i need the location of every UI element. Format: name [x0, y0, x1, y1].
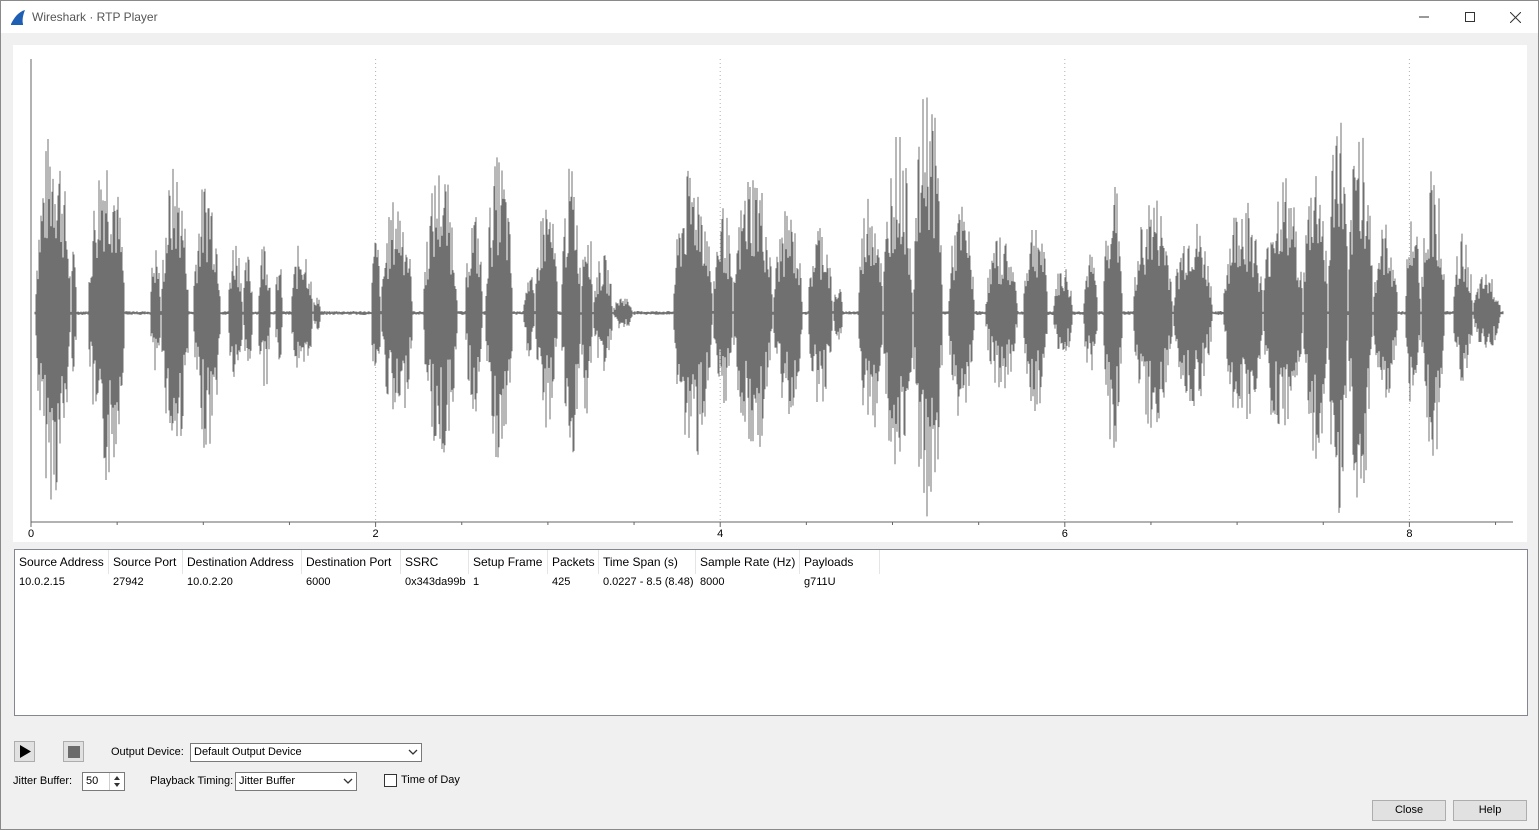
close-icon	[1509, 11, 1521, 23]
close-button[interactable]: Close	[1372, 800, 1446, 821]
playback-timing-select[interactable]: Jitter Buffer	[235, 772, 357, 791]
stop-icon	[67, 745, 80, 758]
column-header[interactable]: Destination Address	[183, 550, 302, 574]
table-cell: 0.0227 - 8.5 (8.48)	[603, 576, 694, 588]
table-cell: 1	[473, 576, 480, 588]
waveform-canvas[interactable]: 0 2 4 6 8	[13, 45, 1527, 542]
time-of-day-label: Time of Day	[401, 774, 460, 786]
table-cell: 0x343da99b	[405, 576, 466, 588]
time-of-day-checkbox[interactable]	[384, 774, 397, 787]
column-header[interactable]: Source Address	[15, 550, 109, 574]
stop-button[interactable]	[63, 741, 84, 762]
column-header[interactable]: Packets	[548, 550, 599, 574]
x-tick-label: 0	[28, 528, 34, 540]
play-button[interactable]	[14, 741, 35, 762]
help-button[interactable]: Help	[1453, 800, 1527, 821]
x-tick-label: 8	[1406, 528, 1412, 540]
rtp-stream-table[interactable]: Source Address Source Port Destination Add…	[14, 549, 1528, 716]
x-tick-label: 6	[1062, 528, 1068, 540]
column-header[interactable]: Sample Rate (Hz)	[696, 550, 800, 574]
jitter-buffer-label: Jitter Buffer:	[13, 775, 73, 787]
x-tick-label: 4	[717, 528, 723, 540]
playback-timing-value: Jitter Buffer	[239, 775, 296, 787]
jitter-buffer-value: 50	[86, 775, 99, 787]
maximize-icon	[1465, 12, 1475, 22]
spin-up-down-icon	[114, 776, 120, 787]
table-cell: 6000	[306, 576, 331, 588]
column-header[interactable]: Payloads	[800, 550, 880, 574]
column-header[interactable]: Setup Frame	[469, 550, 548, 574]
waveform-plot[interactable]: 0 2 4 6 8	[13, 45, 1527, 542]
title-bar: Wireshark · RTP Player	[1, 1, 1538, 33]
chevron-down-icon	[343, 778, 353, 784]
wireshark-fin-icon	[11, 10, 25, 25]
close-window-button[interactable]	[1492, 1, 1538, 33]
table-cell: 27942	[113, 576, 144, 588]
jitter-buffer-spinbox[interactable]: 50	[82, 772, 125, 791]
table-row[interactable]: 10.0.2.15 27942 10.0.2.20 6000 0x343da99b 1 42…	[15, 574, 1527, 592]
output-device-value: Default Output Device	[194, 746, 302, 758]
output-device-label: Output Device:	[111, 746, 184, 758]
x-tick-label: 2	[373, 528, 379, 540]
table-cell: 10.0.2.20	[187, 576, 233, 588]
table-cell: g711U	[804, 576, 836, 588]
audio-waveform	[34, 97, 1504, 517]
column-header[interactable]: Time Span (s)	[599, 550, 696, 574]
chevron-down-icon	[408, 749, 418, 755]
table-cell: 8000	[700, 576, 725, 588]
column-header[interactable]: Source Port	[109, 550, 183, 574]
rtp-player-window: Wireshark · RTP Player 0 2 4 6 8 Source Addr…	[0, 0, 1539, 830]
maximize-button[interactable]	[1447, 1, 1493, 33]
table-header: Source Address Source Port Destination Add…	[15, 550, 1527, 574]
window-title: Wireshark · RTP Player	[32, 10, 158, 24]
play-icon	[19, 745, 31, 758]
minimize-button[interactable]	[1401, 1, 1447, 33]
column-header[interactable]: SSRC	[401, 550, 469, 574]
output-device-select[interactable]: Default Output Device	[190, 743, 422, 762]
minimize-icon	[1419, 16, 1429, 18]
column-header[interactable]: Destination Port	[302, 550, 401, 574]
playback-timing-label: Playback Timing:	[150, 775, 234, 787]
spin-arrows[interactable]	[109, 773, 124, 790]
table-cell: 10.0.2.15	[19, 576, 65, 588]
table-cell: 425	[552, 576, 571, 588]
